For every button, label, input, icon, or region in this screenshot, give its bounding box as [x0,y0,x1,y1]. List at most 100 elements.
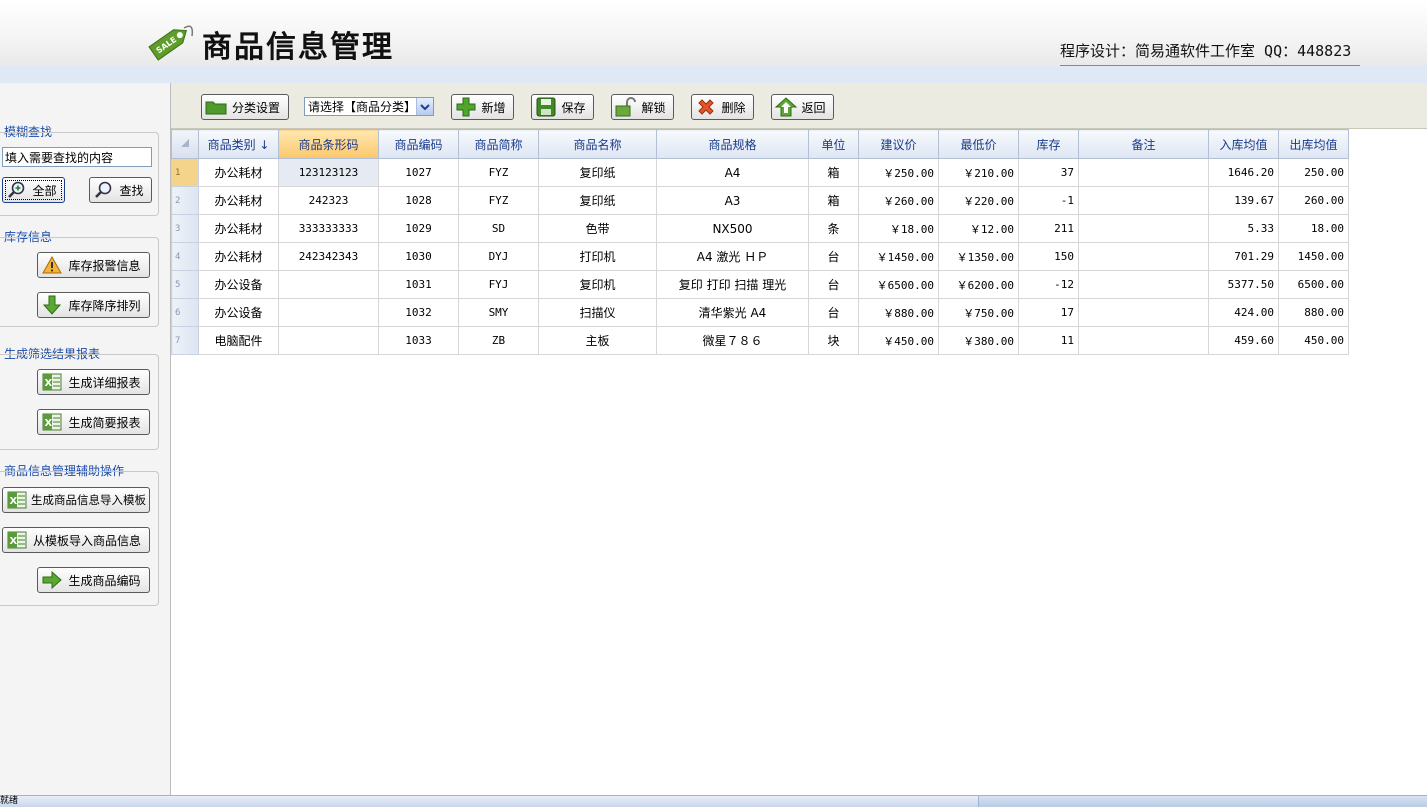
cell-in-avg[interactable]: 5.33 [1208,214,1279,243]
col-header-note[interactable]: 备注 [1078,129,1209,159]
cell-code[interactable]: 1028 [378,186,459,215]
cell-code[interactable]: 1029 [378,214,459,243]
cell-barcode[interactable]: 123123123 [278,158,379,187]
cell-abbr[interactable]: DYJ [458,242,539,271]
cell-stock[interactable]: 11 [1018,326,1079,355]
cell-in-avg[interactable]: 1646.20 [1208,158,1279,187]
category-select[interactable]: 请选择【商品分类】 [304,97,434,116]
table-row[interactable]: 2 办公耗材 242323 1028 FYZ 复印纸 A3 箱 ￥260.00 … [171,186,1349,215]
cell-abbr[interactable]: ZB [458,326,539,355]
cell-note[interactable] [1078,242,1209,271]
cell-price[interactable]: ￥18.00 [858,214,939,243]
table-row[interactable]: 4 办公耗材 242342343 1030 DYJ 打印机 A4 激光 ＨＰ 台… [171,242,1349,271]
cell-note[interactable] [1078,270,1209,299]
stock-sort-desc-button[interactable]: 库存降序排列 [37,292,150,318]
col-header-category[interactable]: 商品类别 ↓ [198,129,279,159]
cell-category[interactable]: 办公设备 [198,298,279,327]
cell-out-avg[interactable]: 6500.00 [1278,270,1349,299]
cell-category[interactable]: 办公耗材 [198,214,279,243]
cell-abbr[interactable]: SMY [458,298,539,327]
cell-spec[interactable]: 微星７８６ [656,326,809,355]
row-number[interactable]: 6 [171,298,199,327]
cell-out-avg[interactable]: 260.00 [1278,186,1349,215]
cell-barcode[interactable] [278,326,379,355]
cell-spec[interactable]: A4 激光 ＨＰ [656,242,809,271]
col-header-out-avg[interactable]: 出库均值 [1278,129,1349,159]
cell-name[interactable]: 色带 [538,214,657,243]
search-input[interactable] [2,147,152,167]
cell-min-price[interactable]: ￥750.00 [938,298,1019,327]
add-button[interactable]: 新增 [451,94,514,120]
col-header-price[interactable]: 建议价 [858,129,939,159]
stock-alert-button[interactable]: 库存报警信息 [37,252,150,278]
cell-in-avg[interactable]: 424.00 [1208,298,1279,327]
row-number[interactable]: 3 [171,214,199,243]
cell-unit[interactable]: 台 [808,270,859,299]
show-all-button[interactable]: 全部 [2,177,65,203]
cell-price[interactable]: ￥250.00 [858,158,939,187]
detail-report-button[interactable]: X 生成详细报表 [37,369,150,395]
row-number[interactable]: 1 [171,158,199,187]
cell-category[interactable]: 办公设备 [198,270,279,299]
cell-unit[interactable]: 块 [808,326,859,355]
table-row[interactable]: 6 办公设备 1032 SMY 扫描仪 清华紫光 A4 台 ￥880.00 ￥7… [171,298,1349,327]
cell-note[interactable] [1078,298,1209,327]
cell-min-price[interactable]: ￥6200.00 [938,270,1019,299]
cell-abbr[interactable]: FYJ [458,270,539,299]
cell-name[interactable]: 打印机 [538,242,657,271]
cell-barcode[interactable]: 333333333 [278,214,379,243]
cell-out-avg[interactable]: 18.00 [1278,214,1349,243]
cell-note[interactable] [1078,214,1209,243]
cell-unit[interactable]: 条 [808,214,859,243]
generate-code-button[interactable]: 生成商品编码 [37,567,150,593]
col-header-code[interactable]: 商品编码 [378,129,459,159]
category-setup-button[interactable]: 分类设置 [201,94,289,120]
cell-spec[interactable]: A4 [656,158,809,187]
cell-price[interactable]: ￥450.00 [858,326,939,355]
cell-min-price[interactable]: ￥220.00 [938,186,1019,215]
cell-stock[interactable]: 211 [1018,214,1079,243]
col-header-spec[interactable]: 商品规格 [656,129,809,159]
cell-name[interactable]: 复印纸 [538,186,657,215]
cell-unit[interactable]: 箱 [808,158,859,187]
cell-name[interactable]: 复印纸 [538,158,657,187]
cell-out-avg[interactable]: 450.00 [1278,326,1349,355]
table-row[interactable]: 7 电脑配件 1033 ZB 主板 微星７８６ 块 ￥450.00 ￥380.0… [171,326,1349,355]
cell-unit[interactable]: 台 [808,242,859,271]
col-header-min-price[interactable]: 最低价 [938,129,1019,159]
cell-code[interactable]: 1032 [378,298,459,327]
cell-note[interactable] [1078,158,1209,187]
cell-name[interactable]: 主板 [538,326,657,355]
row-number[interactable]: 2 [171,186,199,215]
cell-abbr[interactable]: FYZ [458,186,539,215]
cell-spec[interactable]: 清华紫光 A4 [656,298,809,327]
cell-in-avg[interactable]: 701.29 [1208,242,1279,271]
cell-stock[interactable]: 150 [1018,242,1079,271]
grid-corner[interactable] [171,129,199,159]
cell-name[interactable]: 复印机 [538,270,657,299]
cell-out-avg[interactable]: 880.00 [1278,298,1349,327]
cell-min-price[interactable]: ￥12.00 [938,214,1019,243]
cell-code[interactable]: 1030 [378,242,459,271]
cell-code[interactable]: 1027 [378,158,459,187]
row-number[interactable]: 5 [171,270,199,299]
row-number[interactable]: 7 [171,326,199,355]
table-row[interactable]: 5 办公设备 1031 FYJ 复印机 复印 打印 扫描 理光 台 ￥6500.… [171,270,1349,299]
save-button[interactable]: 保存 [531,94,594,120]
row-number[interactable]: 4 [171,242,199,271]
cell-stock[interactable]: 37 [1018,158,1079,187]
table-row[interactable]: 1 办公耗材 123123123 1027 FYZ 复印纸 A4 箱 ￥250.… [171,158,1349,187]
cell-stock[interactable]: -12 [1018,270,1079,299]
cell-min-price[interactable]: ￥1350.00 [938,242,1019,271]
cell-spec[interactable]: 复印 打印 扫描 理光 [656,270,809,299]
cell-price[interactable]: ￥6500.00 [858,270,939,299]
cell-min-price[interactable]: ￥380.00 [938,326,1019,355]
cell-price[interactable]: ￥260.00 [858,186,939,215]
cell-barcode[interactable] [278,298,379,327]
cell-code[interactable]: 1031 [378,270,459,299]
cell-in-avg[interactable]: 5377.50 [1208,270,1279,299]
chevron-down-icon[interactable] [416,98,433,115]
cell-note[interactable] [1078,186,1209,215]
col-header-abbr[interactable]: 商品简称 [458,129,539,159]
cell-spec[interactable]: NX500 [656,214,809,243]
